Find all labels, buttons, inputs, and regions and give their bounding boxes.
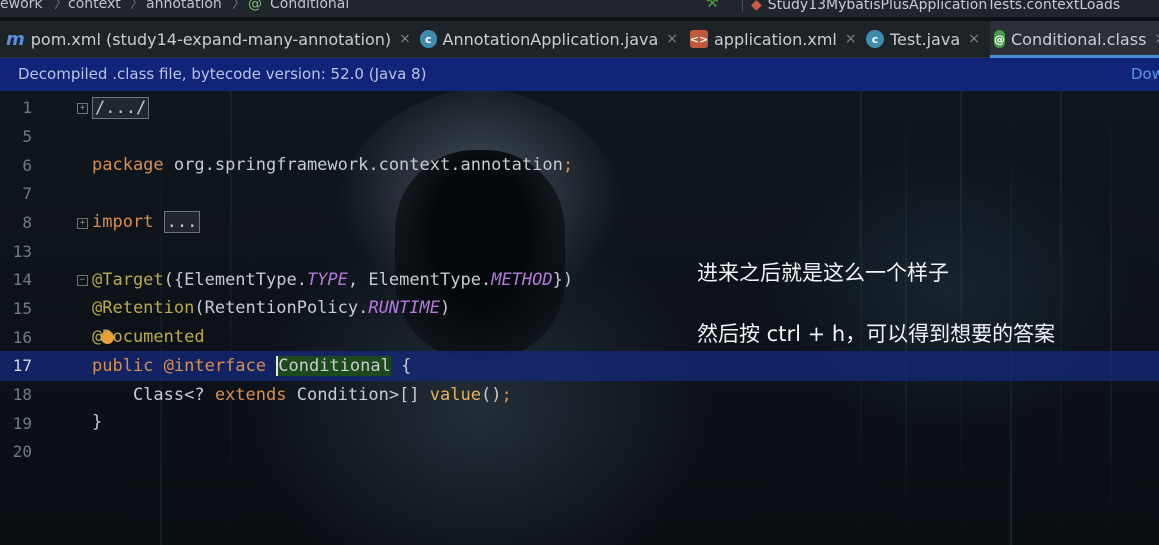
code-text: , ElementType. [347,270,492,290]
code-line-8[interactable]: import ... [92,210,201,234]
keyword-import: import [92,212,154,232]
tab-test-java[interactable]: c Test.java × [866,21,984,57]
chevron-right-icon: 〉 [232,0,246,12]
fold-collapse-icon[interactable]: − [77,275,88,286]
line-number: 20 [12,442,32,461]
tab-label: pom.xml (study14-expand-many-annotation) [30,29,392,49]
code-text: Condition>[] [286,385,430,405]
code-line-15[interactable]: @Retention(RetentionPolicy.RUNTIME) [92,296,450,320]
annotation-icon: @ [248,0,262,12]
code-text: { [390,356,412,376]
annotation-type-name[interactable]: Conditional [278,356,391,376]
keyword-public: public [92,356,154,376]
keyword-package: package [92,155,164,175]
run-configuration-label: Study13MybatisPlusApplicationTests.conte… [767,0,1121,13]
tab-label: Conditional.class [1011,29,1147,49]
tab-label: Test.java [890,29,961,49]
tab-application-xml[interactable]: <> application.xml × [690,21,857,57]
maven-icon: m [6,28,25,50]
banner-text: Decompiled .class file, bytecode version… [18,65,427,83]
line-number: 5 [22,127,32,146]
annotation-note-line-2: 然后按 ctrl + h，可以得到想要的答案 [697,322,1056,346]
annotation-target: @Target [92,270,164,290]
line-number: 7 [22,184,32,203]
enum-constant-type: TYPE [306,270,348,290]
chevron-right-icon: 〉 [54,0,68,12]
code-line-14[interactable]: @Target({ElementType.TYPE, ElementType.M… [92,268,573,292]
code-text: }) [552,270,574,290]
tab-conditional-class[interactable]: @ Conditional.class × [990,21,1159,58]
chevron-right-icon: 〉 [130,0,144,12]
class-icon: c [866,30,884,48]
code-line-17[interactable]: public @interface Conditional { [92,354,411,378]
line-number: 15 [12,299,32,318]
tab-annotation-application[interactable]: c AnnotationApplication.java × [420,21,678,57]
hammer-build-icon[interactable]: ⚒ [706,0,719,10]
closing-brace: } [92,412,103,432]
tab-pom-xml[interactable]: m pom.xml (study14-expand-many-annotatio… [6,21,411,57]
code-text: ({ElementType. [163,270,307,290]
decompiled-notice-banner: Decompiled .class file, bytecode version… [0,58,1159,91]
code-line-6[interactable]: package org.springframework.context.anno… [92,153,573,177]
code-text: Class<? [92,385,215,405]
code-text: (RetentionPolicy. [194,298,369,318]
tab-label: application.xml [714,29,837,49]
close-icon[interactable]: × [666,31,678,47]
spring-class-icon: c [420,30,437,48]
breadcrumb-item[interactable]: annotation [146,0,222,11]
run-configuration-selector[interactable]: ◆ Study13MybatisPlusApplicationTests.cont… [742,0,1120,12]
annotation-retention: @Retention [92,298,195,318]
download-sources-link[interactable]: Dow [1131,58,1159,91]
matrix-stream [1110,90,1112,545]
code-line-18[interactable]: Class<? extends Condition>[] value(); [92,383,512,407]
lightbulb-intention-icon[interactable] [101,331,114,344]
line-number: 18 [12,385,32,404]
xml-file-icon: <> [690,30,708,48]
code-text: ) [440,298,451,318]
breadcrumb-item[interactable]: context [68,0,121,11]
line-number: 13 [12,242,32,261]
run-config-icon: ◆ [751,0,762,13]
close-icon[interactable]: × [1154,31,1159,47]
folded-imports[interactable]: ... [163,211,201,233]
line-number: 14 [12,270,32,289]
annotation-icon: @ [994,30,1005,48]
tab-label: AnnotationApplication.java [442,29,659,49]
keyword-extends: extends [214,385,287,405]
close-icon[interactable]: × [399,31,411,47]
matrix-stream [1060,90,1062,545]
line-number: 16 [12,328,32,347]
breadcrumb-item[interactable]: ework [0,0,43,11]
keyword-interface: @interface [153,356,277,376]
annotation-note-line-1: 进来之后就是这么一个样子 [697,261,949,285]
code-line-1[interactable]: /.../ [92,96,150,120]
semicolon: ; [562,155,574,175]
close-icon[interactable]: × [968,31,980,47]
fold-expand-icon[interactable]: + [77,103,88,114]
navigation-breadcrumb: ework 〉 context 〉 annotation 〉 @ Conditi… [0,0,1159,17]
enum-constant-method: METHOD [491,270,553,290]
line-number: 1 [22,98,32,117]
fold-expand-icon[interactable]: + [77,218,88,229]
breadcrumb-item[interactable]: Conditional [270,0,349,11]
enum-constant-runtime: RUNTIME [368,298,441,318]
code-text: () [480,385,502,405]
package-name: org.springframework.context.annotation [163,155,563,175]
line-number: 19 [12,414,32,433]
close-icon[interactable]: × [845,31,857,47]
editor-tab-bar: m pom.xml (study14-expand-many-annotatio… [0,21,1159,58]
code-line-19[interactable]: } [92,410,102,434]
face-shadow [395,150,565,360]
method-value: value [429,385,481,405]
line-number: 8 [22,213,32,232]
line-number-current: 17 [12,356,32,375]
semicolon: ; [501,385,512,405]
line-number: 6 [22,156,32,175]
folded-header-comment[interactable]: /.../ [92,97,150,119]
